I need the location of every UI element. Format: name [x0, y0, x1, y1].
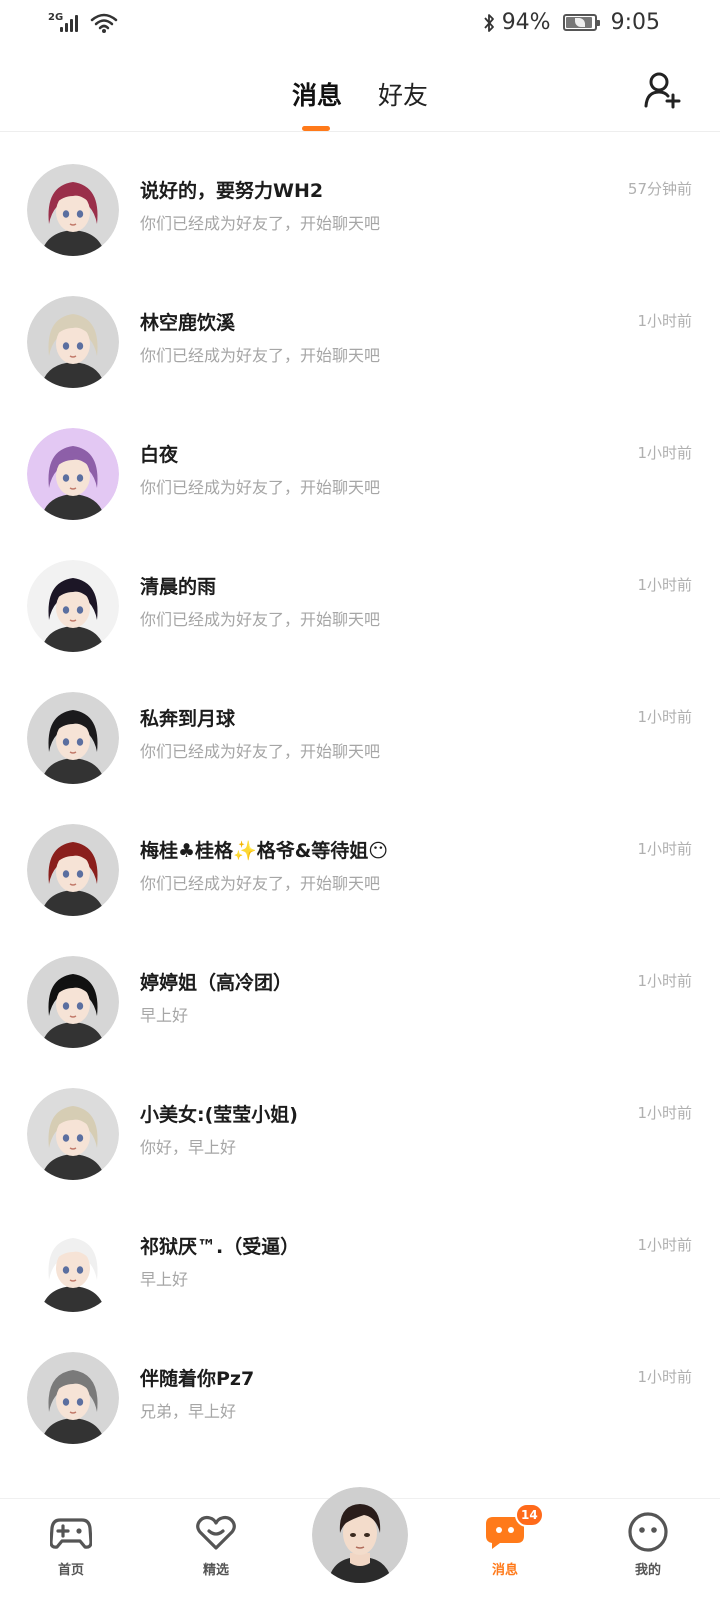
message-preview: 你们已经成为好友了，开始聊天吧: [140, 742, 381, 761]
contact-name: 伴随着你Pz7: [140, 1368, 255, 1390]
network-type: 2G: [48, 12, 64, 23]
message-time: 57分钟前: [627, 180, 692, 198]
bluetooth-icon: [484, 13, 494, 32]
avatar[interactable]: [27, 692, 119, 784]
conversation-row[interactable]: 清晨的雨 你们已经成为好友了，开始聊天吧 1小时前: [0, 534, 720, 666]
nav-featured[interactable]: 精选: [166, 1499, 266, 1600]
avatar[interactable]: [27, 1352, 119, 1444]
conversation-row[interactable]: 林空鹿饮溪 你们已经成为好友了，开始聊天吧 1小时前: [0, 270, 720, 402]
message-time: 1小时前: [637, 576, 692, 594]
contact-name: 林空鹿饮溪: [140, 312, 236, 334]
conversation-row[interactable]: 祁狱厌™.（受逼） 早上好 1小时前: [0, 1194, 720, 1326]
conversation-list-content: 说好的，要努力WH2 你们已经成为好友了，开始聊天吧 57分钟前 林空鹿饮溪 你…: [0, 133, 720, 1458]
message-time: 1小时前: [637, 1236, 692, 1254]
avatar[interactable]: [27, 428, 119, 520]
avatar[interactable]: [27, 164, 119, 256]
nav-me-label: 我的: [634, 1563, 661, 1578]
message-time: 1小时前: [637, 1368, 692, 1386]
avatar: [312, 1487, 408, 1583]
message-preview: 你们已经成为好友了，开始聊天吧: [140, 346, 381, 365]
avatar[interactable]: [27, 296, 119, 388]
message-preview: 你们已经成为好友了，开始聊天吧: [140, 610, 381, 629]
message-preview: 你好，早上好: [140, 1138, 237, 1157]
tab-messages[interactable]: 消息: [292, 76, 342, 112]
conversation-list[interactable]: 说好的，要努力WH2 你们已经成为好友了，开始聊天吧 57分钟前 林空鹿饮溪 你…: [0, 133, 720, 1498]
smiley-face-icon: [628, 1512, 668, 1552]
message-preview: 早上好: [140, 1270, 189, 1289]
conversation-row[interactable]: 伴随着你Pz7 兄弟，早上好 1小时前: [0, 1326, 720, 1458]
status-left: 2G: [48, 12, 118, 34]
contact-name: 私奔到月球: [140, 708, 236, 730]
status-bar: 2G 94% 9:05: [0, 0, 720, 52]
avatar[interactable]: [27, 1220, 119, 1312]
contact-name: 清晨的雨: [140, 576, 217, 598]
cell-signal-icon: 2G: [48, 12, 80, 34]
conversation-row[interactable]: 说好的，要努力WH2 你们已经成为好友了，开始聊天吧 57分钟前: [0, 138, 720, 270]
nav-me[interactable]: 我的: [598, 1499, 698, 1600]
contact-name: 梅桂♣桂格✨格爷&等待姐😶: [140, 840, 389, 862]
message-preview: 你们已经成为好友了，开始聊天吧: [140, 214, 381, 233]
conversation-row[interactable]: 梅桂♣桂格✨格爷&等待姐😶 你们已经成为好友了，开始聊天吧 1小时前: [0, 798, 720, 930]
conversation-row[interactable]: 私奔到月球 你们已经成为好友了，开始聊天吧 1小时前: [0, 666, 720, 798]
message-time: 1小时前: [637, 972, 692, 990]
heart-icon: [196, 1515, 236, 1550]
nav-messages[interactable]: 14 消息: [455, 1499, 555, 1600]
message-time: 1小时前: [637, 840, 692, 858]
center-avatar-button[interactable]: [312, 1487, 408, 1583]
avatar[interactable]: [27, 824, 119, 916]
unread-badge: 14: [515, 1503, 544, 1527]
avatar[interactable]: [27, 560, 119, 652]
add-user-icon[interactable]: [643, 70, 683, 110]
conversation-row[interactable]: 婷婷姐（高冷团） 早上好 1小时前: [0, 930, 720, 1062]
battery-icon: [562, 14, 600, 31]
battery-percent: 94%: [501, 10, 551, 35]
status-right: 94% 9:05: [482, 10, 660, 35]
contact-name: 小美女:(莹莹小姐): [140, 1104, 298, 1126]
clock: 9:05: [610, 10, 660, 35]
top-tab-bar: 消息 好友: [0, 52, 720, 132]
nav-home-label: 首页: [57, 1563, 84, 1578]
nav-home[interactable]: 首页: [21, 1499, 121, 1600]
message-time: 1小时前: [637, 444, 692, 462]
avatar[interactable]: [27, 956, 119, 1048]
contact-name: 婷婷姐（高冷团）: [140, 972, 293, 994]
avatar[interactable]: [27, 1088, 119, 1180]
conversation-row[interactable]: 小美女:(莹莹小姐) 你好，早上好 1小时前: [0, 1062, 720, 1194]
message-time: 1小时前: [637, 1104, 692, 1122]
message-time: 1小时前: [637, 708, 692, 726]
contact-name: 祁狱厌™.（受逼）: [140, 1236, 300, 1258]
contact-name: 白夜: [140, 444, 179, 466]
message-time: 1小时前: [637, 312, 692, 330]
wifi-icon: [90, 13, 118, 33]
nav-featured-label: 精选: [202, 1563, 229, 1578]
gamepad-icon: [50, 1518, 92, 1549]
conversation-row[interactable]: 白夜 你们已经成为好友了，开始聊天吧 1小时前: [0, 402, 720, 534]
contact-name: 说好的，要努力WH2: [140, 180, 324, 202]
message-preview: 早上好: [140, 1006, 189, 1025]
message-preview: 兄弟，早上好: [140, 1402, 237, 1421]
message-preview: 你们已经成为好友了，开始聊天吧: [140, 478, 381, 497]
nav-messages-label: 消息: [491, 1563, 518, 1578]
tab-friends[interactable]: 好友: [378, 76, 428, 112]
active-tab-indicator: [302, 126, 330, 131]
message-preview: 你们已经成为好友了，开始聊天吧: [140, 874, 381, 893]
